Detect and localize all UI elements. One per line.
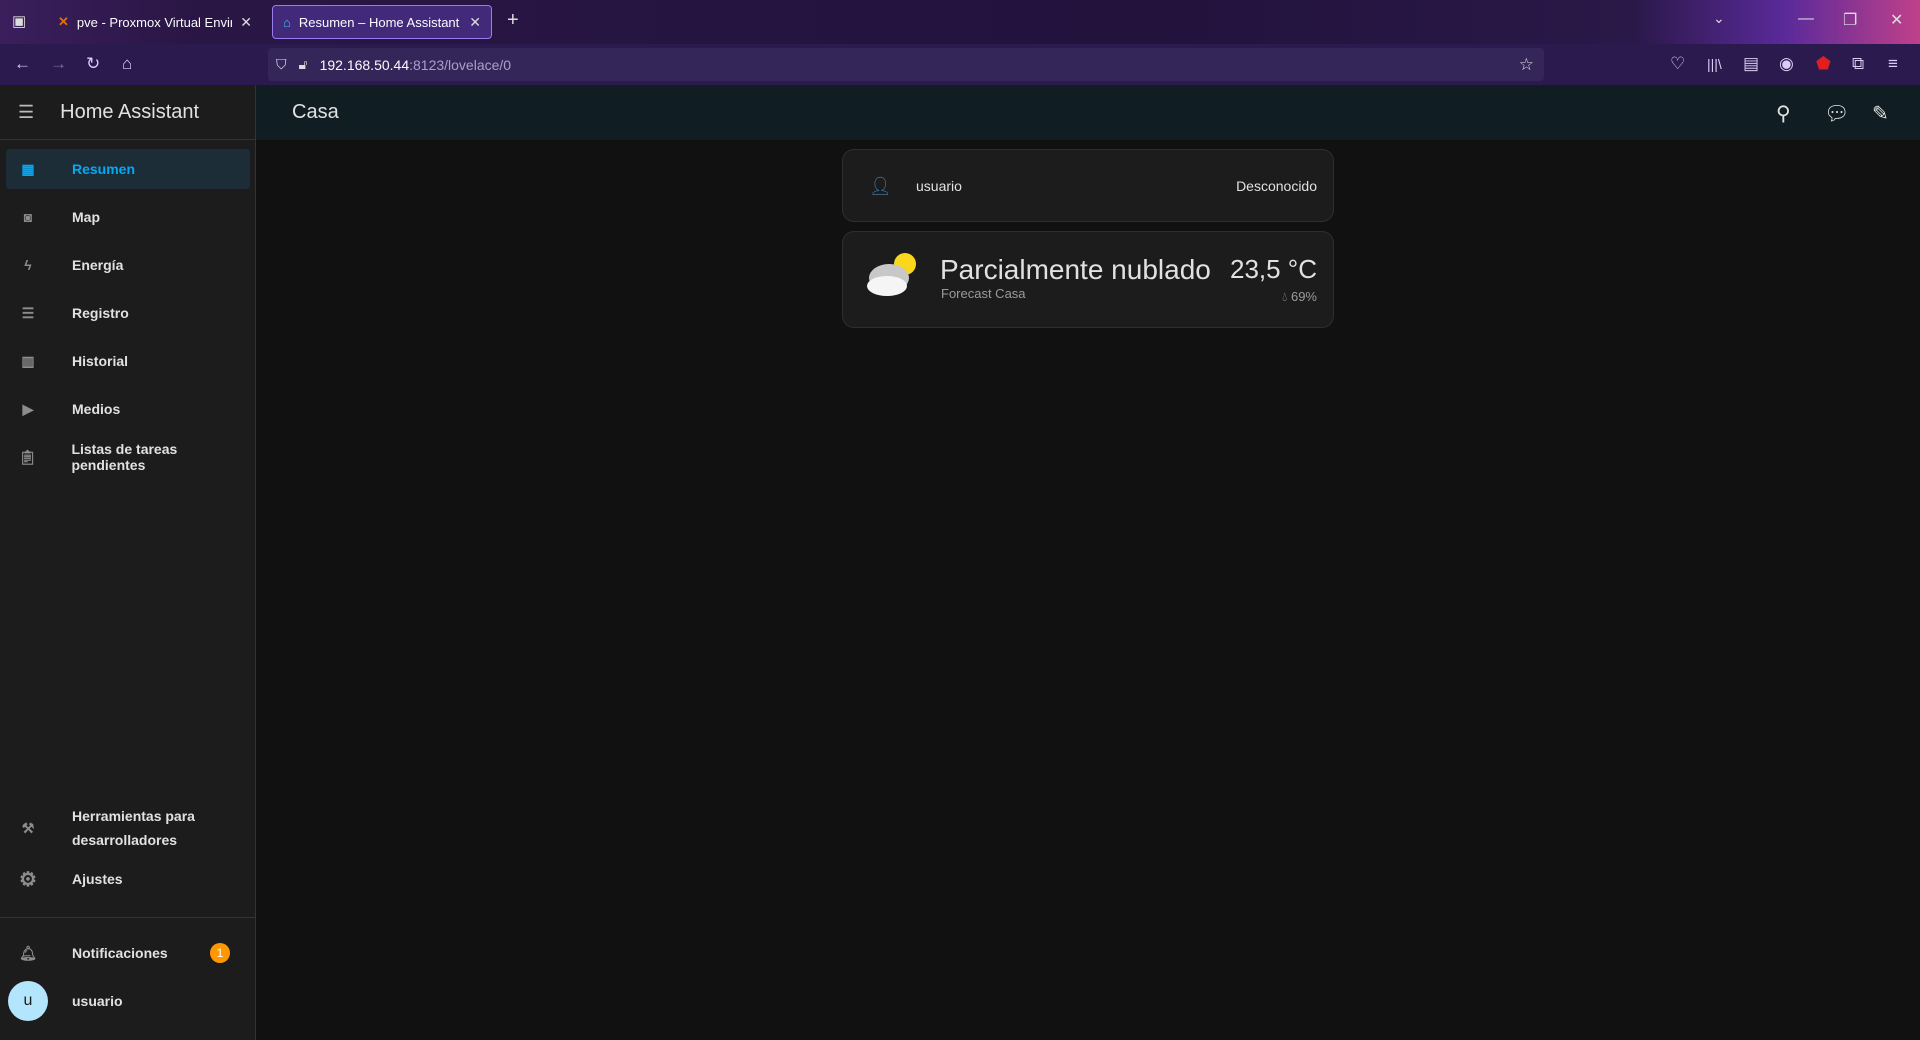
app-header: Casa ⚲ 💬︎ ✎: [256, 85, 1920, 140]
restore-button[interactable]: ❐: [1843, 10, 1857, 30]
weather-forecast-card[interactable]: Parcialmente nublado Forecast Casa 23,5 …: [842, 231, 1334, 328]
list-icon: ☰: [21, 304, 35, 321]
tab-home-assistant[interactable]: ⌂ Resumen – Home Assistant ✕: [272, 5, 492, 39]
pocket-icon[interactable]: ♡: [1670, 54, 1685, 74]
home-assistant-icon: ⌂: [283, 14, 291, 30]
gear-icon: ⚙: [19, 868, 37, 891]
minimize-button[interactable]: —: [1798, 10, 1814, 28]
close-tab-icon[interactable]: ✕: [240, 14, 252, 31]
sidebar-item-user[interactable]: u usuario: [6, 981, 250, 1021]
sidebar-divider: [0, 917, 256, 918]
tab-list-chevron-icon[interactable]: ⌄: [1713, 10, 1725, 27]
map-account-icon: ◙: [23, 209, 33, 225]
edit-pencil-icon[interactable]: ✎: [1872, 101, 1889, 126]
library-icon[interactable]: |||\: [1707, 56, 1722, 72]
sidebar-item-medios[interactable]: ▶ Medios: [6, 389, 250, 429]
media-play-icon: ▶: [22, 400, 34, 417]
sidebar-item-developer-tools[interactable]: ⚒ Herramientas para desarrolladores: [6, 803, 250, 853]
dashboard-icon: ▦: [21, 160, 35, 177]
insecure-lock-icon[interactable]: 🔓︎: [299, 56, 308, 73]
forward-icon[interactable]: →: [50, 54, 67, 74]
browser-tab-bar: ▣ ✕ pve - Proxmox Virtual Environm ✕ ⌂ R…: [0, 0, 1920, 44]
sidebar-item-historial[interactable]: ▥ Historial: [6, 341, 250, 381]
lightning-icon: ϟ: [24, 257, 32, 273]
reload-icon[interactable]: ↻: [86, 54, 100, 74]
page-title: Casa: [292, 101, 339, 123]
partly-cloudy-icon: [867, 253, 916, 296]
hammer-icon: ⚒: [21, 820, 35, 836]
menu-icon[interactable]: ≡: [1888, 54, 1898, 74]
tab-proxmox[interactable]: ✕ pve - Proxmox Virtual Environm ✕: [48, 5, 262, 39]
new-tab-button[interactable]: +: [507, 9, 519, 32]
bell-icon: 🔔︎: [19, 944, 37, 961]
sidebar-item-resumen[interactable]: ▦ Resumen: [6, 149, 250, 189]
browser-nav-bar: ← → ↻ ⌂ ⛉ 🔓︎ 192.168.50.44:8123/lovelace…: [0, 44, 1920, 85]
sidebar-toggle-icon[interactable]: ▤: [1743, 54, 1759, 74]
address-bar[interactable]: ⛉ 🔓︎ 192.168.50.44:8123/lovelace/0 ☆: [268, 48, 1544, 81]
avatar: u: [8, 981, 48, 1021]
weather-temperature: 23,5 °C: [1229, 254, 1317, 284]
close-tab-icon[interactable]: ✕: [469, 14, 481, 31]
weather-entity-name: Forecast Casa: [941, 286, 1026, 301]
home-icon[interactable]: ⌂: [122, 54, 132, 74]
tab-overview-icon[interactable]: ▣: [12, 12, 26, 30]
sidebar-item-map[interactable]: ◙ Map: [6, 197, 250, 237]
collapse-menu-icon[interactable]: ☰: [18, 102, 34, 123]
water-percent-icon: 💧︎: [1282, 289, 1288, 304]
account-icon: 👤︎: [869, 176, 892, 196]
close-window-button[interactable]: ✕: [1890, 10, 1903, 30]
lockwise-extension-icon[interactable]: ⬟: [1816, 54, 1831, 74]
chart-box-icon: ▥: [21, 352, 35, 369]
person-state: Desconocido: [1236, 178, 1317, 194]
clipboard-list-icon: 📋︎: [18, 448, 37, 465]
shield-icon[interactable]: ⛉: [276, 56, 287, 73]
weather-condition: Parcialmente nublado: [940, 254, 1211, 285]
account-icon[interactable]: ◉: [1779, 54, 1794, 74]
proxmox-icon: ✕: [58, 14, 69, 29]
person-name: usuario: [916, 178, 962, 194]
sidebar-item-ajustes[interactable]: ⚙ Ajustes: [6, 859, 250, 899]
weather-humidity: 69%: [1290, 289, 1317, 304]
sidebar: ☰ Home Assistant ▦ Resumen ◙ Map ϟ Energía …: [0, 85, 256, 1040]
extensions-icon[interactable]: ⧉: [1852, 54, 1864, 74]
sidebar-item-notificaciones[interactable]: 🔔︎ Notificaciones 1: [6, 933, 250, 973]
person-entity-card[interactable]: 👤︎ usuario Desconocido: [842, 149, 1334, 222]
sidebar-item-energia[interactable]: ϟ Energía: [6, 245, 250, 285]
search-icon[interactable]: ⚲: [1776, 101, 1791, 126]
assist-chat-icon[interactable]: 💬︎: [1824, 101, 1849, 126]
back-icon[interactable]: ←: [14, 54, 31, 74]
bookmark-star-icon[interactable]: ☆: [1519, 55, 1534, 75]
sidebar-item-todo-lists[interactable]: 📋︎ Listas de tareas pendientes: [6, 437, 250, 477]
sidebar-header: ☰ Home Assistant: [0, 85, 255, 140]
app-title: Home Assistant: [60, 100, 200, 123]
notification-badge: 1: [210, 943, 230, 963]
sidebar-item-registro[interactable]: ☰ Registro: [6, 293, 250, 333]
